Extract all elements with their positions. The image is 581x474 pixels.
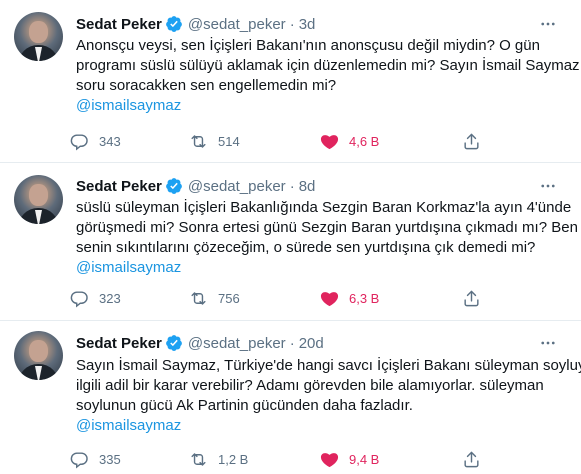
share-button[interactable] — [462, 288, 481, 308]
author-name[interactable]: Sedat Peker — [76, 178, 162, 195]
tweet-header: Sedat Peker @sedat_peker · 20d — [76, 333, 324, 353]
more-options-icon[interactable] — [537, 14, 559, 34]
separator: · — [289, 15, 295, 33]
timestamp[interactable]: 8d — [299, 178, 316, 195]
retweet-icon — [191, 134, 206, 148]
tweet-1[interactable]: Sedat Peker @sedat_peker · 3d Anonsçu ve… — [0, 0, 581, 163]
author-name[interactable]: Sedat Peker — [76, 16, 162, 33]
author-handle[interactable]: @sedat_peker — [188, 335, 286, 352]
tweet-text: süslü süleyman İçişleri Bakanlığında Sez… — [76, 198, 578, 278]
avatar[interactable] — [14, 175, 63, 224]
more-options-icon[interactable] — [537, 333, 559, 353]
reply-icon — [70, 451, 88, 468]
avatar[interactable] — [14, 12, 63, 61]
share-icon — [464, 290, 479, 306]
share-icon — [464, 451, 479, 467]
tweet-line: programı süslü sülüyü aklamak için düzen… — [76, 57, 580, 74]
tweet-line: Sayın İsmail Saymaz, Türkiye'de hangi sa… — [76, 357, 581, 374]
author-handle[interactable]: @sedat_peker — [188, 16, 286, 33]
reply-icon — [70, 290, 88, 307]
reply-count: 323 — [99, 290, 121, 306]
reply-button[interactable]: 323 — [70, 288, 121, 308]
retweet-button[interactable]: 1,2 B — [189, 449, 248, 469]
tweet-3[interactable]: Sedat Peker @sedat_peker · 20d Sayın İsm… — [0, 321, 581, 474]
retweet-button[interactable]: 756 — [189, 288, 240, 308]
more-options-icon[interactable] — [537, 176, 559, 196]
tweet-actions: 335 1,2 B 9,4 B — [70, 449, 556, 469]
mention-link[interactable]: @ismailsaymaz — [76, 96, 576, 116]
tweet-text: Anonsçu veysi, sen İçişleri Bakanı'nın a… — [76, 36, 580, 116]
reply-count: 343 — [99, 133, 121, 149]
tweet-line: ilgili adil bir karar verebilir? Adamı g… — [76, 377, 544, 394]
retweet-count: 514 — [218, 133, 240, 149]
tweet-2[interactable]: Sedat Peker @sedat_peker · 8d süslü süle… — [0, 163, 581, 321]
tweet-line: Anonsçu veysi, sen İçişleri Bakanı'nın a… — [76, 37, 540, 54]
reply-button[interactable]: 335 — [70, 449, 121, 469]
like-button[interactable]: 4,6 B — [320, 131, 379, 151]
tweet-header: Sedat Peker @sedat_peker · 8d — [76, 176, 315, 196]
timestamp[interactable]: 3d — [299, 16, 316, 33]
verified-badge-icon — [166, 16, 182, 32]
separator: · — [289, 177, 295, 195]
heart-icon — [320, 291, 339, 306]
tweet-text: Sayın İsmail Saymaz, Türkiye'de hangi sa… — [76, 356, 581, 436]
share-button[interactable] — [462, 449, 481, 469]
tweet-line: soylunun gücü Ak Partinin gücünden daha … — [76, 397, 413, 414]
retweet-icon — [191, 291, 206, 305]
share-button[interactable] — [462, 131, 481, 151]
heart-icon — [320, 452, 339, 467]
mention-link[interactable]: @ismailsaymaz — [76, 416, 576, 436]
retweet-count: 756 — [218, 290, 240, 306]
reply-count: 335 — [99, 451, 121, 467]
tweet-header: Sedat Peker @sedat_peker · 3d — [76, 14, 315, 34]
verified-badge-icon — [166, 335, 182, 351]
retweet-count: 1,2 B — [218, 451, 249, 467]
reply-button[interactable]: 343 — [70, 131, 121, 151]
retweet-icon — [191, 452, 206, 466]
tweet-actions: 323 756 6,3 B — [70, 288, 556, 308]
verified-badge-icon — [166, 178, 182, 194]
separator: · — [289, 334, 295, 352]
like-count: 9,4 B — [349, 451, 380, 467]
heart-icon — [320, 134, 339, 149]
tweet-line: senin sıkıntılarını çözeceğim, o sürede … — [76, 239, 536, 256]
tweet-line: süslü süleyman İçişleri Bakanlığında Sez… — [76, 199, 572, 216]
like-count: 4,6 B — [349, 133, 380, 149]
author-name[interactable]: Sedat Peker — [76, 335, 162, 352]
tweet-actions: 343 514 4,6 B — [70, 131, 556, 151]
like-button[interactable]: 6,3 B — [320, 288, 379, 308]
retweet-button[interactable]: 514 — [189, 131, 240, 151]
tweet-line: görüşmedi mi? Sonra ertesi günü Sezgin B… — [76, 219, 578, 236]
timestamp[interactable]: 20d — [299, 335, 324, 352]
reply-icon — [70, 133, 88, 150]
tweet-line: soru soracakken sen engellemedin mi? — [76, 77, 337, 94]
author-handle[interactable]: @sedat_peker — [188, 178, 286, 195]
like-count: 6,3 B — [349, 290, 380, 306]
avatar[interactable] — [14, 331, 63, 380]
like-button[interactable]: 9,4 B — [320, 449, 379, 469]
mention-link[interactable]: @ismailsaymaz — [76, 258, 576, 278]
share-icon — [464, 133, 479, 149]
